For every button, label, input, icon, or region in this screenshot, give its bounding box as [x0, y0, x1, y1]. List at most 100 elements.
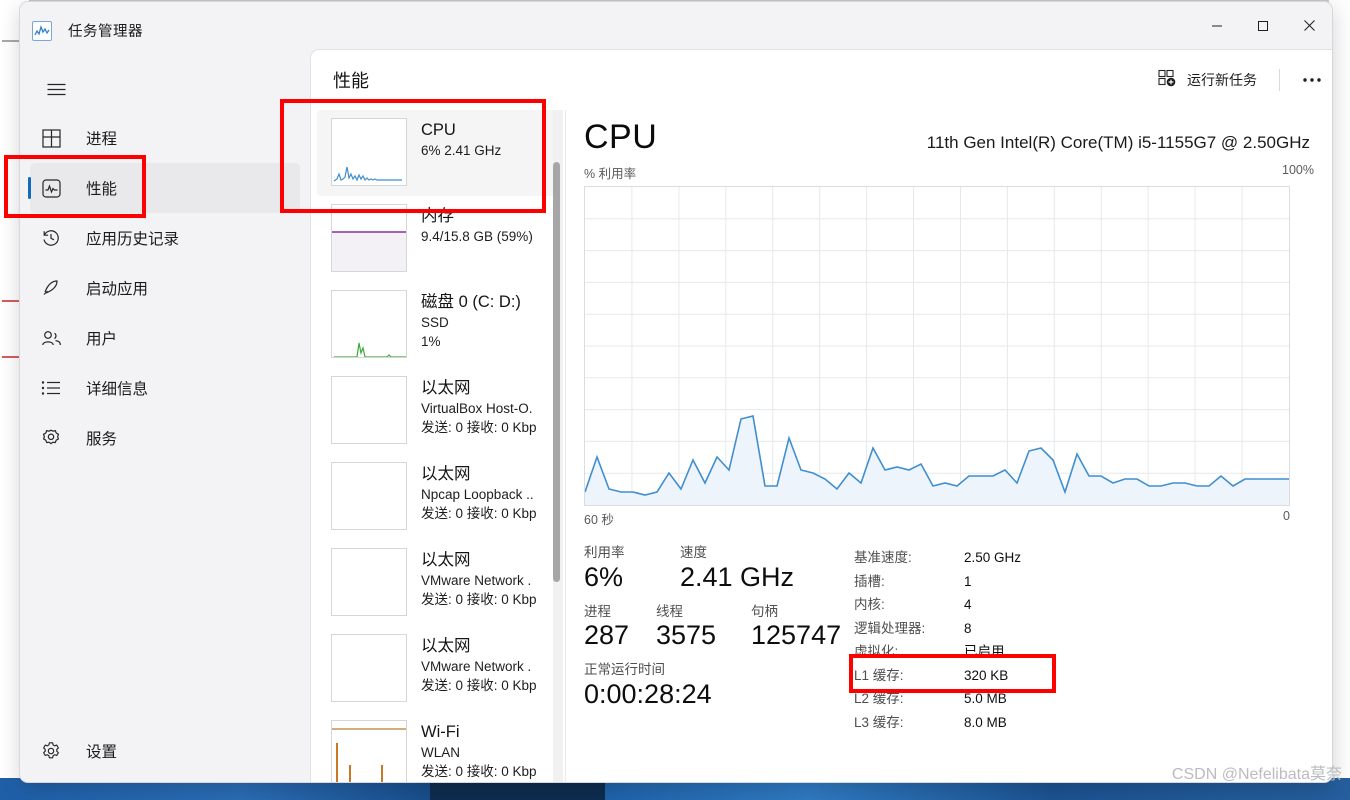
cpu-model: 11th Gen Intel(R) Core(TM) i5-1155G7 @ 2… — [926, 133, 1310, 152]
disk-sparkline — [331, 290, 407, 358]
scrollbar-thumb[interactable] — [553, 162, 560, 582]
cpu-stats: 利用率 6% 速度 2.41 GHz 进程 287 线程 3575 句柄 125… — [584, 544, 1314, 734]
sidebar-item-app-history[interactable]: 应用历史记录 — [30, 213, 300, 263]
stat-group-row3: 正常运行时间 0:00:28:24 — [584, 661, 844, 710]
sidebar-item-label: 启动应用 — [86, 281, 149, 298]
stat-label: 利用率 — [584, 545, 625, 560]
details-icon — [38, 380, 64, 396]
graph-gridlines — [585, 187, 1289, 505]
device-name: 内存 — [421, 207, 454, 225]
spec-key: 逻辑处理器: — [854, 620, 926, 636]
stat-value: 0:00:28:24 — [584, 678, 712, 709]
device-sub2: 发送: 0 接收: 0 Kbp — [421, 592, 537, 608]
spec-key: 内核: — [854, 597, 885, 612]
device-sub1: Npcap Loopback .. — [421, 486, 534, 502]
sidebar-item-settings-row[interactable]: 设置 — [30, 726, 300, 776]
spec-row: 基准速度: 2.50 GHz — [854, 546, 1021, 570]
more-icon[interactable] — [1292, 64, 1332, 96]
device-text: CPU 6% 2.41 GHz — [421, 118, 501, 160]
processes-icon — [38, 128, 64, 148]
device-sub1: 9.4/15.8 GB (59%) — [421, 228, 533, 244]
cpu-sparkline — [331, 118, 407, 186]
close-icon[interactable] — [1286, 2, 1332, 49]
device-sub1: VirtualBox Host-O. — [421, 400, 533, 416]
sidebar-item-settings[interactable]: 设置 — [20, 726, 310, 776]
sidebar-item-startup-apps[interactable]: 启动应用 — [30, 263, 300, 313]
device-sub2: 发送: 0 接收: 0 Kbp — [421, 506, 537, 522]
spec-key: 虚拟化: — [854, 644, 899, 659]
ethernet-sparkline — [331, 634, 407, 702]
stat-handles: 句柄 125747 — [751, 603, 841, 652]
spec-key: 插槽: — [854, 573, 885, 589]
device-name: Wi-Fi — [421, 723, 460, 741]
device-list-scrollbar[interactable] — [553, 110, 563, 782]
minimize-icon[interactable] — [1194, 2, 1240, 49]
device-row-ethernet-virtualbox[interactable]: 以太网 VirtualBox Host-O. 发送: 0 接收: 0 Kbp — [317, 368, 557, 454]
device-row-ethernet-vmware-1[interactable]: 以太网 VMware Network . 发送: 0 接收: 0 Kbp — [317, 540, 557, 626]
cpu-specs: 基准速度: 2.50 GHz 插槽: 1 内核: 4 逻辑处理器: 8 虚拟化:… — [854, 544, 1021, 734]
sidebar-item-label: 详细信息 — [86, 381, 149, 398]
device-sub1: VMware Network . — [421, 572, 532, 588]
stat-value: 125747 — [751, 620, 842, 651]
maximize-icon[interactable] — [1240, 2, 1286, 49]
cpu-utilization-graph — [584, 186, 1290, 506]
task-manager-window: 任务管理器 进程 性能 应用历史记录 启动应用 用户 详细信息 服务 设置 性能… — [20, 2, 1332, 782]
sidebar-item-processes[interactable]: 进程 — [30, 113, 300, 163]
sidebar-item-users[interactable]: 用户 — [30, 313, 300, 363]
ethernet-sparkline — [331, 376, 407, 444]
hamburger-icon[interactable] — [34, 69, 78, 109]
spec-value: 2.50 GHz — [964, 550, 1022, 565]
startup-icon — [38, 278, 64, 298]
device-sub1: 6% 2.41 GHz — [421, 142, 502, 158]
sidebar-item-label: 设置 — [86, 744, 118, 761]
graph-axis-labels: % 利用率 100% — [584, 163, 1314, 182]
device-sub1: SSD — [421, 314, 449, 330]
device-text: 以太网 VMware Network . 发送: 0 接收: 0 Kbp — [421, 634, 537, 696]
device-row-ethernet-vmware-2[interactable]: 以太网 VMware Network . 发送: 0 接收: 0 Kbp — [317, 626, 557, 712]
spec-value: 4 — [964, 597, 972, 612]
history-icon — [38, 228, 64, 248]
device-name: 以太网 — [421, 637, 471, 655]
stat-group-row1: 利用率 6% 速度 2.41 GHz — [584, 544, 844, 593]
device-sub2: 发送: 0 接收: 0 Kbp — [421, 764, 537, 780]
device-list[interactable]: CPU 6% 2.41 GHz 内存 9.4/15.8 GB (59%) 磁盘 … — [311, 110, 566, 782]
services-icon — [38, 428, 64, 448]
gear-icon — [38, 741, 64, 761]
chart-icon — [32, 20, 52, 41]
sidebar-nav: 进程 性能 应用历史记录 启动应用 用户 详细信息 服务 — [20, 113, 310, 463]
device-row-memory[interactable]: 内存 9.4/15.8 GB (59%) — [317, 196, 557, 282]
device-row-ethernet-npcap[interactable]: 以太网 Npcap Loopback .. 发送: 0 接收: 0 Kbp — [317, 454, 557, 540]
device-row-cpu[interactable]: CPU 6% 2.41 GHz — [317, 110, 557, 196]
sidebar-item-services[interactable]: 服务 — [30, 413, 300, 463]
device-row-disk0[interactable]: 磁盘 0 (C: D:) SSD 1% — [317, 282, 557, 368]
spec-row-virtualization: 虚拟化: 已启用 — [854, 640, 1021, 664]
device-text: Wi-Fi WLAN 发送: 0 接收: 0 Kbp — [421, 720, 537, 782]
spec-value: 320 KB — [964, 667, 1009, 683]
device-text: 以太网 VMware Network . 发送: 0 接收: 0 Kbp — [421, 548, 537, 610]
stat-value: 287 — [584, 620, 630, 651]
device-sub1: VMware Network . — [421, 658, 532, 674]
stat-speed: 速度 2.41 GHz — [680, 544, 794, 593]
device-row-wifi[interactable]: Wi-Fi WLAN 发送: 0 接收: 0 Kbp — [317, 712, 557, 782]
content-header: 性能 运行新任务 — [311, 50, 1332, 110]
stat-threads: 线程 3575 — [656, 603, 751, 652]
page-title: 性能 — [333, 71, 369, 91]
spec-row: L1 缓存: 320 KB — [854, 664, 1021, 688]
watermark: CSDN @Nefelibata莫奈 — [1171, 766, 1342, 783]
stat-label: 速度 — [680, 545, 707, 560]
spec-value: 1 — [964, 573, 972, 589]
spec-value: 8.0 MB — [964, 714, 1007, 730]
device-text: 磁盘 0 (C: D:) SSD 1% — [421, 290, 521, 352]
ethernet-sparkline — [331, 462, 407, 530]
sidebar-item-performance[interactable]: 性能 — [28, 163, 300, 213]
detail-header: CPU 11th Gen Intel(R) Core(TM) i5-1155G7… — [584, 110, 1314, 157]
performance-body: CPU 6% 2.41 GHz 内存 9.4/15.8 GB (59%) 磁盘 … — [311, 110, 1332, 782]
cpu-detail-panel: CPU 11th Gen Intel(R) Core(TM) i5-1155G7… — [566, 110, 1332, 782]
ethernet-sparkline — [331, 548, 407, 616]
device-text: 以太网 Npcap Loopback .. 发送: 0 接收: 0 Kbp — [421, 462, 537, 524]
run-new-task-button[interactable]: 运行新任务 — [1148, 63, 1267, 97]
sidebar-item-details[interactable]: 详细信息 — [30, 363, 300, 413]
cpu-stats-primary: 利用率 6% 速度 2.41 GHz 进程 287 线程 3575 句柄 125… — [584, 544, 844, 734]
stat-utilization: 利用率 6% — [584, 544, 680, 593]
stat-label: 正常运行时间 — [584, 662, 665, 678]
